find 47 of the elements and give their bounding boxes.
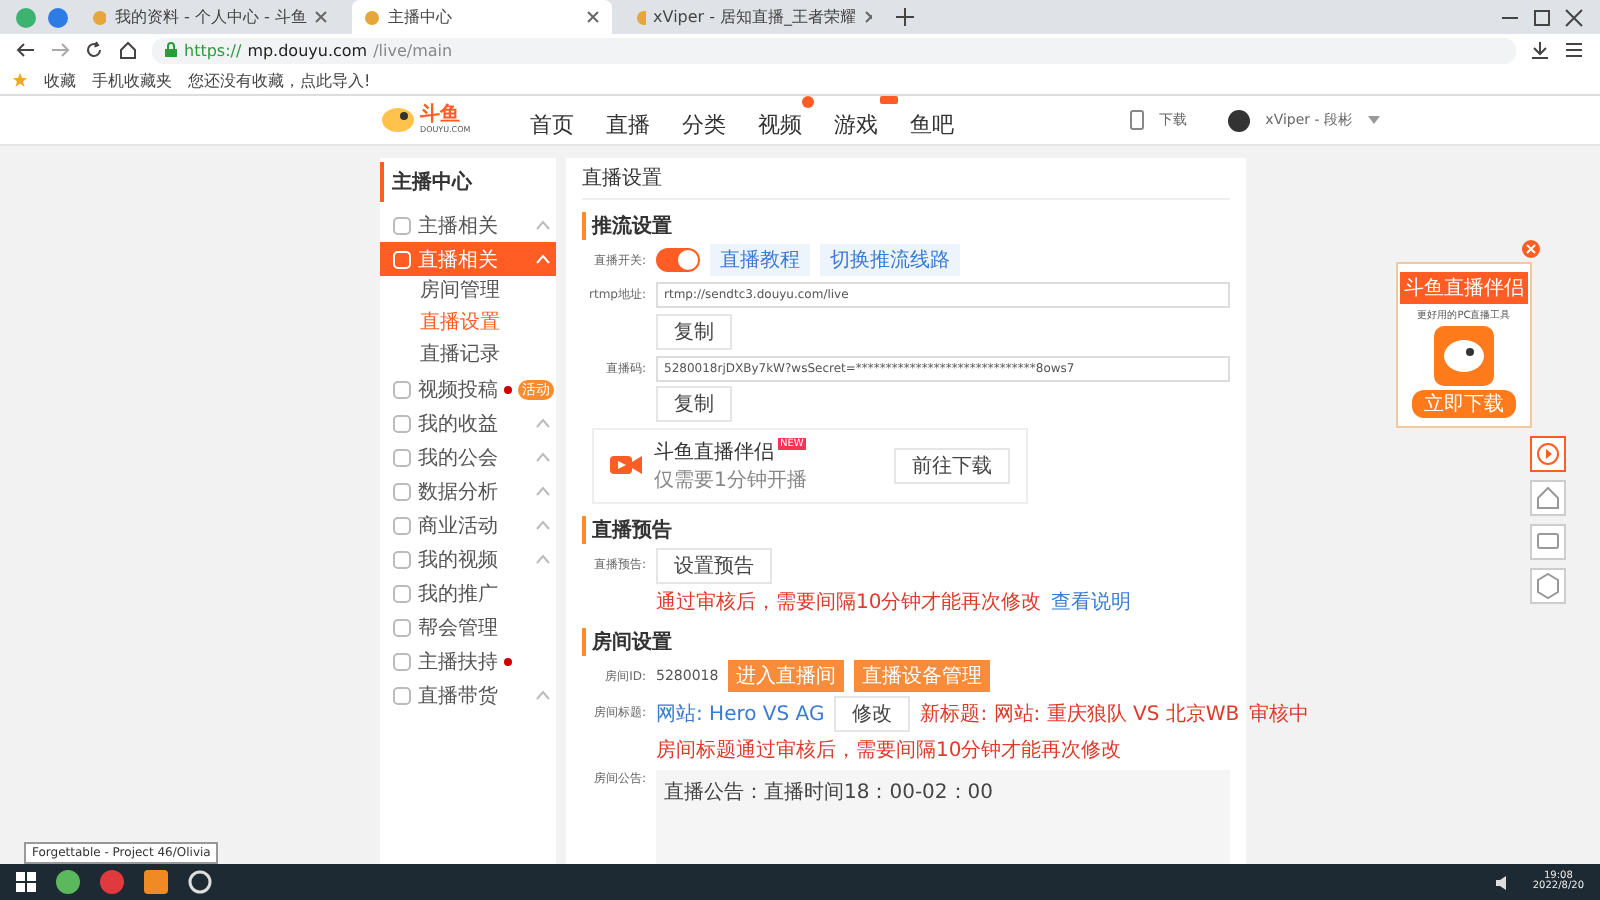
page-title: 直播设置 <box>582 164 1230 200</box>
link-button[interactable]: 直播教程 <box>710 244 810 277</box>
browser-tab[interactable]: 我的资料 - 个人中心 - 斗鱼 <box>80 0 340 34</box>
sidebar-item[interactable]: 商业活动 <box>380 508 556 542</box>
sidebar-item[interactable]: 我的收益 <box>380 406 556 440</box>
link-button[interactable]: 切换推流线路 <box>820 244 960 277</box>
promo-title: 斗鱼直播伴侣 <box>654 439 774 466</box>
edit-button[interactable]: 修改 <box>834 695 911 732</box>
nav-link[interactable]: 游戏 <box>834 111 879 137</box>
browser-tab[interactable]: 主播中心 <box>352 0 612 34</box>
browser-tab[interactable]: xViper - 居知直播_王者荣耀 <box>624 0 884 34</box>
ad-title: 斗鱼直播伴侣 <box>1400 272 1528 304</box>
nav-link[interactable]: 视频 <box>758 111 803 137</box>
sidebar-item[interactable]: 帮会管理 <box>380 610 556 644</box>
set-preview-button[interactable]: 设置预告 <box>656 547 772 584</box>
sidebar-item[interactable]: 数据分析 <box>380 474 556 508</box>
status-text: 审核中 <box>1249 701 1310 728</box>
room-title: 网站: Hero VS AG <box>656 701 825 728</box>
sidebar-subitem[interactable]: 直播记录 <box>380 340 556 372</box>
nav-link[interactable]: 首页 <box>530 111 575 137</box>
nav-link[interactable]: 鱼吧 <box>910 111 955 137</box>
announcement-field[interactable]: 直播公告：直播时间18：00-02：00 <box>656 770 1230 864</box>
sidebar-title: 主播中心 <box>380 162 556 202</box>
section-heading: 推流设置 <box>582 212 1230 240</box>
address-field[interactable]: https:// mp.douyu.com /live/main <box>152 37 1516 63</box>
copy-button[interactable]: 复制 <box>656 386 732 423</box>
sidebar-item[interactable]: 主播相关 <box>380 208 556 242</box>
notice-text: 通过审核后，需要间隔10分钟才能再次修改 <box>656 589 1042 616</box>
notice-text: 房间标题通过审核后，需要间隔10分钟才能再次修改 <box>656 737 1122 765</box>
promo-subtitle: 仅需要1分钟开播 <box>654 467 809 494</box>
sidebar-item[interactable]: 我的公会 <box>380 440 556 474</box>
new-title: 新标题: 网站: 重庆狼队 VS 北京WB <box>920 701 1240 728</box>
nav-link[interactable]: 分类 <box>682 111 727 137</box>
sidebar-item[interactable]: 我的视频 <box>380 542 556 576</box>
sidebar-subitem[interactable]: 房间管理 <box>380 276 556 308</box>
sidebar-item[interactable]: 主播扶持 <box>380 644 556 678</box>
copy-button[interactable]: 复制 <box>656 313 732 350</box>
section-heading: 直播预告 <box>582 515 1230 544</box>
section-heading: 房间设置 <box>582 627 1230 656</box>
bookmark-link[interactable]: 手机收藏夹 <box>92 69 172 91</box>
sidebar-item[interactable]: 直播带货 <box>380 678 556 712</box>
bookmark-link[interactable]: 收藏 <box>44 69 76 91</box>
bookmark-link[interactable]: 您还没有收藏，点此导入! <box>188 69 371 91</box>
download-button[interactable]: 前往下载 <box>894 447 1010 484</box>
sidebar-item[interactable]: 我的推广 <box>380 576 556 610</box>
help-link[interactable]: 查看说明 <box>1051 587 1132 616</box>
nav-link[interactable]: 直播 <box>606 111 651 137</box>
